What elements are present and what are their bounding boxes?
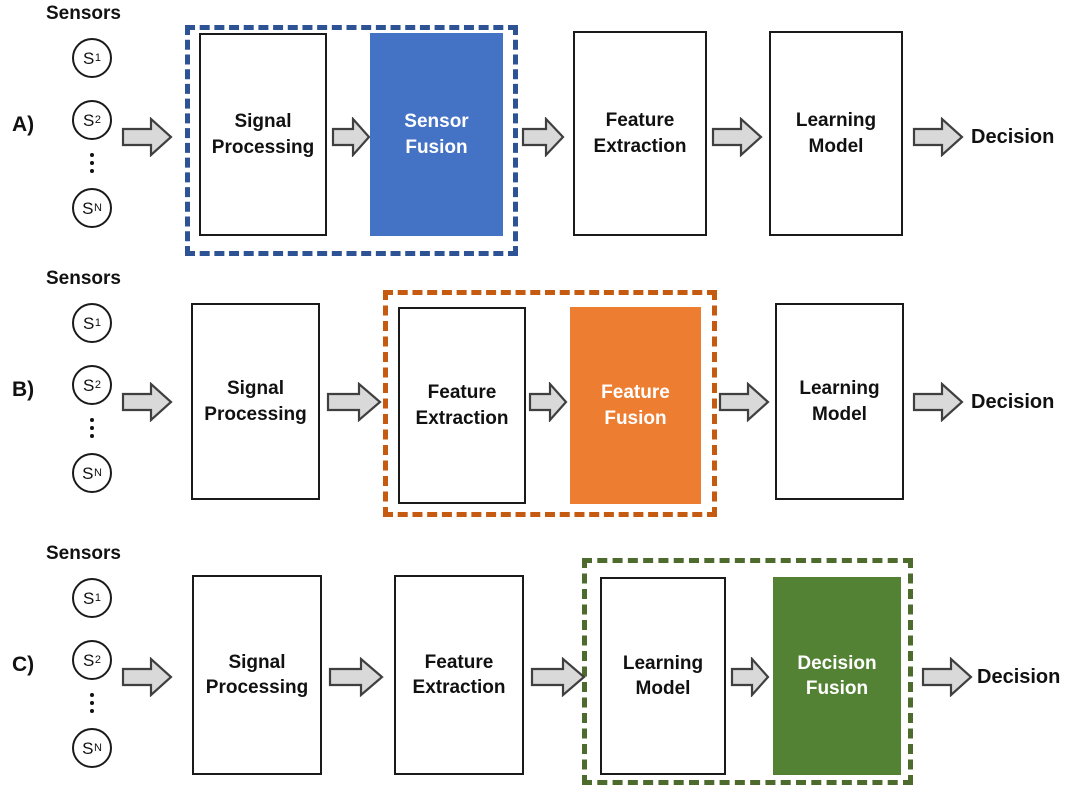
block-learning-model-a: Learning Model <box>769 31 903 236</box>
sensor-node-label: S <box>82 738 94 758</box>
block-label: Feature Extraction <box>593 110 687 157</box>
arrow-sensors-to-signal-c <box>121 657 173 697</box>
block-label: Feature Fusion <box>601 382 670 429</box>
sensor-node-s2-c: S2 <box>72 640 112 680</box>
arrow-feature-to-learning-c <box>530 657 586 697</box>
sensor-node-sub: 2 <box>94 378 101 391</box>
sensor-node-sub: N <box>93 201 102 214</box>
block-label: Learning Model <box>622 652 704 699</box>
block-learning-model-c: Learning Model <box>600 577 726 775</box>
block-signal-processing-c: Signal Processing <box>192 575 322 775</box>
block-label: Decision Fusion <box>797 652 877 699</box>
sensor-node-label: S <box>82 198 94 218</box>
block-label: Sensor Fusion <box>404 111 469 158</box>
arrow-feature-to-featurefusion-b <box>528 382 568 422</box>
sensor-node-sn-a: SN <box>72 188 112 228</box>
sensor-node-label: S <box>83 48 95 68</box>
arrow-signal-to-feature-c <box>328 657 384 697</box>
arrow-learning-to-decisionfusion-c <box>730 657 770 697</box>
diagram-canvas: A) Sensors S1 S2 SN Signal Processing Sen… <box>0 0 1080 800</box>
sensor-node-sn-c: SN <box>72 728 112 768</box>
sensor-node-sub: 1 <box>94 316 101 329</box>
row-label-b: B) <box>12 378 35 401</box>
sensors-title-c: Sensors <box>46 543 121 564</box>
arrow-signal-to-feature-b <box>326 382 382 422</box>
sensor-node-label: S <box>83 588 95 608</box>
sensor-ellipsis-a <box>89 153 95 173</box>
row-label-a: A) <box>12 113 35 136</box>
sensor-node-sub: 1 <box>94 591 101 604</box>
sensor-ellipsis-b <box>89 418 95 438</box>
sensor-node-s1-b: S1 <box>72 303 112 343</box>
block-label: Signal Processing <box>211 111 315 158</box>
sensor-node-label: S <box>83 313 95 333</box>
sensor-ellipsis-c <box>89 693 95 713</box>
block-feature-extraction-a: Feature Extraction <box>573 31 707 236</box>
sensor-node-sub: 2 <box>94 113 101 126</box>
block-decision-fusion-c: Decision Fusion <box>773 577 901 775</box>
sensor-node-sub: N <box>93 466 102 479</box>
block-label: Learning Model <box>799 378 880 425</box>
arrow-feature-to-learning-a <box>711 117 763 157</box>
sensor-node-label: S <box>83 650 95 670</box>
sensor-node-sub: 1 <box>94 51 101 64</box>
sensor-node-label: S <box>82 463 94 483</box>
sensor-node-sub: 2 <box>94 653 101 666</box>
sensor-node-label: S <box>83 375 95 395</box>
arrow-decisionfusion-to-decision-c <box>921 657 973 697</box>
sensor-node-sub: N <box>93 741 102 754</box>
arrow-featurefusion-to-learning-b <box>718 382 770 422</box>
output-decision-b: Decision <box>971 391 1055 413</box>
block-label: Signal Processing <box>204 378 307 425</box>
sensors-title-a: Sensors <box>46 3 121 24</box>
block-feature-extraction-c: Feature Extraction <box>394 575 524 775</box>
block-sensor-fusion-a: Sensor Fusion <box>370 33 503 236</box>
block-feature-extraction-b: Feature Extraction <box>398 307 526 504</box>
arrow-sensors-to-signal-b <box>121 382 173 422</box>
sensor-node-s2-b: S2 <box>72 365 112 405</box>
arrow-sensors-to-signal-a <box>121 117 173 157</box>
sensor-node-s1-c: S1 <box>72 578 112 618</box>
arrow-sensorfusion-to-feature-a <box>521 117 565 157</box>
sensor-node-s2-a: S2 <box>72 100 112 140</box>
block-label: Signal Processing <box>205 651 309 698</box>
block-feature-fusion-b: Feature Fusion <box>570 307 701 504</box>
row-label-c: C) <box>12 653 35 676</box>
arrow-learning-to-decision-b <box>912 382 964 422</box>
block-signal-processing-b: Signal Processing <box>191 303 320 500</box>
block-label: Feature Extraction <box>415 382 509 429</box>
block-signal-processing-a: Signal Processing <box>199 33 327 236</box>
output-decision-c: Decision <box>977 666 1061 688</box>
sensor-node-sn-b: SN <box>72 453 112 493</box>
block-label: Learning Model <box>795 110 877 157</box>
block-learning-model-b: Learning Model <box>775 303 904 500</box>
sensor-node-label: S <box>83 110 95 130</box>
sensor-node-s1-a: S1 <box>72 38 112 78</box>
arrow-signal-to-sensorfusion-a <box>331 117 371 157</box>
output-decision-a: Decision <box>971 126 1055 148</box>
arrow-learning-to-decision-a <box>912 117 964 157</box>
sensors-title-b: Sensors <box>46 268 121 289</box>
block-label: Feature Extraction <box>412 651 506 698</box>
